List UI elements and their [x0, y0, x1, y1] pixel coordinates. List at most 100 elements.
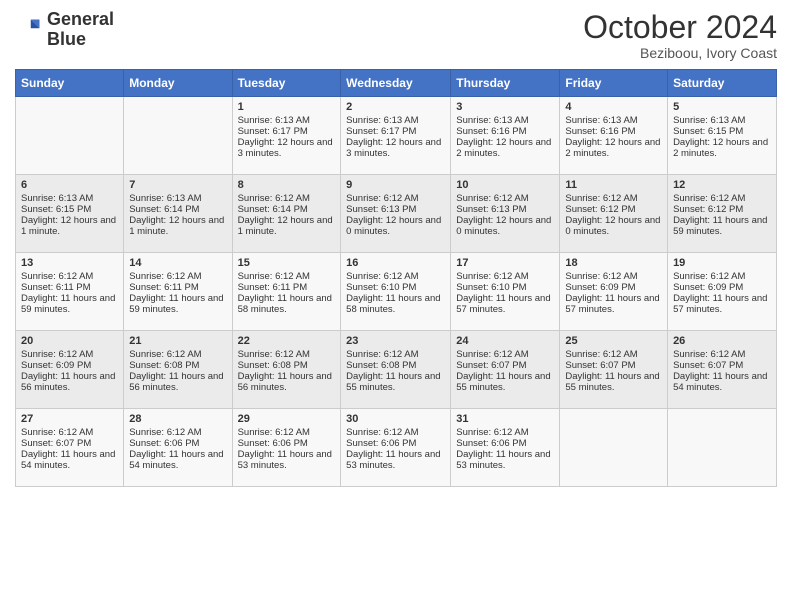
sunset-text: Sunset: 6:10 PM — [456, 282, 554, 293]
daylight-text: Daylight: 11 hours and 53 minutes. — [456, 449, 554, 471]
sunrise-text: Sunrise: 6:12 AM — [129, 349, 226, 360]
calendar-cell: 14Sunrise: 6:12 AMSunset: 6:11 PMDayligh… — [124, 253, 232, 331]
sunrise-text: Sunrise: 6:13 AM — [129, 193, 226, 204]
sunset-text: Sunset: 6:06 PM — [129, 438, 226, 449]
day-number: 7 — [129, 179, 226, 191]
sunset-text: Sunset: 6:08 PM — [238, 360, 336, 371]
sunset-text: Sunset: 6:07 PM — [673, 360, 771, 371]
header: General Blue October 2024 Beziboou, Ivor… — [15, 10, 777, 61]
location-subtitle: Beziboou, Ivory Coast — [583, 45, 777, 61]
sunrise-text: Sunrise: 6:13 AM — [21, 193, 118, 204]
daylight-text: Daylight: 11 hours and 54 minutes. — [129, 449, 226, 471]
calendar-cell: 25Sunrise: 6:12 AMSunset: 6:07 PMDayligh… — [560, 331, 668, 409]
sunrise-text: Sunrise: 6:12 AM — [238, 349, 336, 360]
col-sunday: Sunday — [16, 70, 124, 97]
daylight-text: Daylight: 11 hours and 58 minutes. — [238, 293, 336, 315]
sunrise-text: Sunrise: 6:12 AM — [21, 271, 118, 282]
calendar-cell: 4Sunrise: 6:13 AMSunset: 6:16 PMDaylight… — [560, 97, 668, 175]
calendar-cell: 26Sunrise: 6:12 AMSunset: 6:07 PMDayligh… — [668, 331, 777, 409]
daylight-text: Daylight: 12 hours and 0 minutes. — [565, 215, 662, 237]
calendar-cell: 13Sunrise: 6:12 AMSunset: 6:11 PMDayligh… — [16, 253, 124, 331]
page: General Blue October 2024 Beziboou, Ivor… — [0, 0, 792, 612]
sunrise-text: Sunrise: 6:12 AM — [346, 427, 445, 438]
daylight-text: Daylight: 11 hours and 57 minutes. — [565, 293, 662, 315]
sunset-text: Sunset: 6:10 PM — [346, 282, 445, 293]
sunrise-text: Sunrise: 6:13 AM — [456, 115, 554, 126]
daylight-text: Daylight: 11 hours and 59 minutes. — [129, 293, 226, 315]
sunrise-text: Sunrise: 6:12 AM — [673, 349, 771, 360]
sunset-text: Sunset: 6:17 PM — [346, 126, 445, 137]
daylight-text: Daylight: 11 hours and 57 minutes. — [456, 293, 554, 315]
day-number: 20 — [21, 335, 118, 347]
day-number: 13 — [21, 257, 118, 269]
calendar-cell: 31Sunrise: 6:12 AMSunset: 6:06 PMDayligh… — [451, 409, 560, 487]
sunrise-text: Sunrise: 6:12 AM — [346, 193, 445, 204]
daylight-text: Daylight: 11 hours and 53 minutes. — [238, 449, 336, 471]
calendar-cell: 2Sunrise: 6:13 AMSunset: 6:17 PMDaylight… — [341, 97, 451, 175]
calendar-cell: 17Sunrise: 6:12 AMSunset: 6:10 PMDayligh… — [451, 253, 560, 331]
calendar-cell: 8Sunrise: 6:12 AMSunset: 6:14 PMDaylight… — [232, 175, 341, 253]
day-number: 16 — [346, 257, 445, 269]
daylight-text: Daylight: 11 hours and 59 minutes. — [673, 215, 771, 237]
day-number: 22 — [238, 335, 336, 347]
sunrise-text: Sunrise: 6:12 AM — [129, 271, 226, 282]
sunset-text: Sunset: 6:13 PM — [346, 204, 445, 215]
daylight-text: Daylight: 11 hours and 55 minutes. — [346, 371, 445, 393]
sunrise-text: Sunrise: 6:12 AM — [565, 193, 662, 204]
col-thursday: Thursday — [451, 70, 560, 97]
logo-text: General Blue — [47, 10, 114, 50]
sunset-text: Sunset: 6:15 PM — [673, 126, 771, 137]
daylight-text: Daylight: 11 hours and 56 minutes. — [129, 371, 226, 393]
daylight-text: Daylight: 11 hours and 55 minutes. — [456, 371, 554, 393]
daylight-text: Daylight: 11 hours and 55 minutes. — [565, 371, 662, 393]
calendar-cell: 16Sunrise: 6:12 AMSunset: 6:10 PMDayligh… — [341, 253, 451, 331]
sunrise-text: Sunrise: 6:12 AM — [238, 193, 336, 204]
sunset-text: Sunset: 6:07 PM — [21, 438, 118, 449]
day-number: 21 — [129, 335, 226, 347]
calendar-week-row: 20Sunrise: 6:12 AMSunset: 6:09 PMDayligh… — [16, 331, 777, 409]
daylight-text: Daylight: 11 hours and 54 minutes. — [21, 449, 118, 471]
day-number: 30 — [346, 413, 445, 425]
calendar-cell: 24Sunrise: 6:12 AMSunset: 6:07 PMDayligh… — [451, 331, 560, 409]
logo: General Blue — [15, 10, 114, 50]
sunset-text: Sunset: 6:11 PM — [129, 282, 226, 293]
daylight-text: Daylight: 12 hours and 3 minutes. — [346, 137, 445, 159]
calendar-cell: 15Sunrise: 6:12 AMSunset: 6:11 PMDayligh… — [232, 253, 341, 331]
calendar-cell: 29Sunrise: 6:12 AMSunset: 6:06 PMDayligh… — [232, 409, 341, 487]
logo-line1: General — [47, 10, 114, 30]
day-number: 1 — [238, 101, 336, 113]
sunset-text: Sunset: 6:12 PM — [673, 204, 771, 215]
sunrise-text: Sunrise: 6:13 AM — [346, 115, 445, 126]
day-number: 24 — [456, 335, 554, 347]
day-number: 9 — [346, 179, 445, 191]
daylight-text: Daylight: 12 hours and 3 minutes. — [238, 137, 336, 159]
calendar-cell: 9 Sunrise: 6:12 AMSunset: 6:13 PMDaylight… — [341, 175, 451, 253]
calendar-cell: 7Sunrise: 6:13 AMSunset: 6:14 PMDaylight… — [124, 175, 232, 253]
sunrise-text: Sunrise: 6:12 AM — [21, 427, 118, 438]
sunset-text: Sunset: 6:11 PM — [21, 282, 118, 293]
sunset-text: Sunset: 6:16 PM — [456, 126, 554, 137]
daylight-text: Daylight: 11 hours and 56 minutes. — [238, 371, 336, 393]
calendar-cell: 5Sunrise: 6:13 AMSunset: 6:15 PMDaylight… — [668, 97, 777, 175]
daylight-text: Daylight: 11 hours and 53 minutes. — [346, 449, 445, 471]
sunset-text: Sunset: 6:12 PM — [565, 204, 662, 215]
sunrise-text: Sunrise: 6:12 AM — [129, 427, 226, 438]
sunset-text: Sunset: 6:11 PM — [238, 282, 336, 293]
day-number: 10 — [456, 179, 554, 191]
day-number: 4 — [565, 101, 662, 113]
sunrise-text: Sunrise: 6:12 AM — [673, 193, 771, 204]
calendar-cell: 20Sunrise: 6:12 AMSunset: 6:09 PMDayligh… — [16, 331, 124, 409]
sunset-text: Sunset: 6:06 PM — [346, 438, 445, 449]
calendar-cell: 6Sunrise: 6:13 AMSunset: 6:15 PMDaylight… — [16, 175, 124, 253]
month-title: October 2024 — [583, 10, 777, 45]
daylight-text: Daylight: 12 hours and 0 minutes. — [346, 215, 445, 237]
daylight-text: Daylight: 12 hours and 2 minutes. — [456, 137, 554, 159]
day-number: 23 — [346, 335, 445, 347]
calendar-week-row: 1Sunrise: 6:13 AMSunset: 6:17 PMDaylight… — [16, 97, 777, 175]
daylight-text: Daylight: 11 hours and 57 minutes. — [673, 293, 771, 315]
day-number: 8 — [238, 179, 336, 191]
daylight-text: Daylight: 12 hours and 2 minutes. — [565, 137, 662, 159]
sunset-text: Sunset: 6:09 PM — [673, 282, 771, 293]
sunset-text: Sunset: 6:17 PM — [238, 126, 336, 137]
calendar-cell: 1Sunrise: 6:13 AMSunset: 6:17 PMDaylight… — [232, 97, 341, 175]
